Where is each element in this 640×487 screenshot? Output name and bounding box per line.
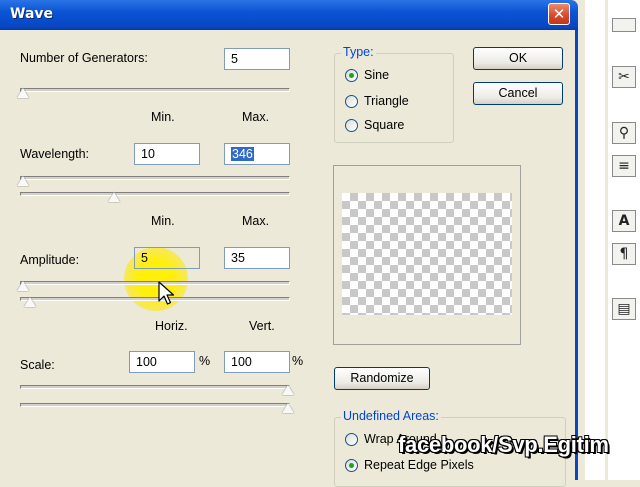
amplitude-max-slider-track[interactable] xyxy=(20,297,290,301)
wrap-around-radio[interactable] xyxy=(345,433,358,446)
repeat-edge-pixels-radio[interactable] xyxy=(345,459,358,472)
undefined-areas-legend: Undefined Areas: xyxy=(341,409,441,423)
wavelength-min-header: Min. xyxy=(151,110,175,124)
wavelength-min-input[interactable]: 10 xyxy=(134,143,200,165)
layers-icon[interactable]: ≡ xyxy=(612,155,636,177)
wavelength-max-selected-text: 346 xyxy=(231,147,254,161)
type-square-label[interactable]: Square xyxy=(364,118,404,132)
scale-vert-header: Vert. xyxy=(249,319,275,333)
dialog-title: Wave xyxy=(10,6,54,22)
generators-slider-thumb[interactable] xyxy=(17,88,29,98)
scale-label: Scale: xyxy=(20,358,55,372)
type-square-radio[interactable] xyxy=(345,119,358,132)
type-sine-label[interactable]: Sine xyxy=(364,68,389,82)
wavelength-min-slider-track[interactable] xyxy=(20,176,290,180)
toolbar-top-button[interactable] xyxy=(612,18,636,32)
text-a-icon[interactable]: A xyxy=(612,210,636,232)
wavelength-label: Wavelength: xyxy=(20,147,90,161)
cancel-button[interactable]: Cancel xyxy=(473,82,563,105)
wavelength-max-header: Max. xyxy=(242,110,270,124)
repeat-edge-pixels-label[interactable]: Repeat Edge Pixels xyxy=(364,458,474,472)
generators-label: Number of Generators: xyxy=(20,51,148,65)
type-sine-radio[interactable] xyxy=(345,69,358,82)
scale-vert-slider-thumb[interactable] xyxy=(282,403,294,413)
wavelength-max-input[interactable]: 346 xyxy=(224,143,290,165)
amplitude-label: Amplitude: xyxy=(20,253,80,267)
type-triangle-radio[interactable] xyxy=(345,95,358,108)
amplitude-max-header: Max. xyxy=(242,214,270,228)
scale-horiz-input[interactable]: 100 xyxy=(129,351,195,373)
scale-horiz-header: Horiz. xyxy=(155,319,188,333)
wavelength-max-slider-track[interactable] xyxy=(20,192,290,196)
amplitude-min-input[interactable]: 5 xyxy=(134,247,200,269)
type-group-legend: Type: xyxy=(341,45,376,59)
dialog-title-bar[interactable] xyxy=(0,0,578,30)
stamp-icon[interactable]: ⚲ xyxy=(612,122,636,144)
amplitude-max-input[interactable]: 35 xyxy=(224,247,290,269)
preview-transparent-checkerboard xyxy=(342,193,512,315)
type-triangle-label[interactable]: Triangle xyxy=(364,94,409,108)
scale-horiz-slider-track[interactable] xyxy=(20,385,290,389)
scale-horiz-slider-thumb[interactable] xyxy=(282,385,294,395)
paragraph-icon[interactable]: ¶ xyxy=(612,243,636,265)
close-button[interactable]: ✕ xyxy=(548,3,570,25)
amplitude-max-slider-thumb[interactable] xyxy=(24,297,36,307)
watermark-text: facebook/Svp.Egitim xyxy=(398,432,609,457)
scale-vert-input[interactable]: 100 xyxy=(224,351,290,373)
scale-vert-slider-track[interactable] xyxy=(20,403,290,407)
generators-input[interactable]: 5 xyxy=(224,48,290,70)
randomize-button[interactable]: Randomize xyxy=(334,367,430,390)
amplitude-min-slider-thumb[interactable] xyxy=(17,281,29,291)
amplitude-min-header: Min. xyxy=(151,214,175,228)
panel-icon[interactable]: ▤ xyxy=(612,298,636,320)
scale-vert-unit: % xyxy=(292,354,304,368)
scale-horiz-unit: % xyxy=(199,354,211,368)
wavelength-min-slider-thumb[interactable] xyxy=(17,176,29,186)
mouse-cursor-icon xyxy=(158,281,175,305)
generators-slider-track[interactable] xyxy=(20,88,290,92)
ok-button[interactable]: OK xyxy=(473,47,563,70)
scissors-icon[interactable]: ✂ xyxy=(612,66,636,88)
wavelength-max-slider-thumb[interactable] xyxy=(108,192,120,202)
amplitude-min-slider-track[interactable] xyxy=(20,281,290,285)
